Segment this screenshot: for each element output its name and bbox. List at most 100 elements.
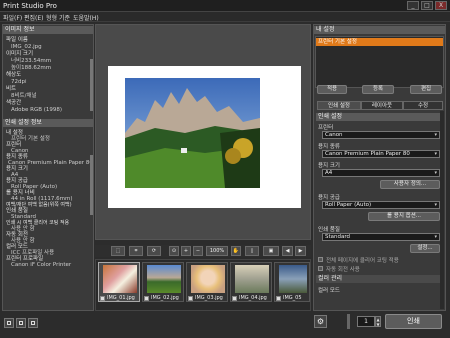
info-value: 높이188.62mm	[11, 65, 52, 71]
select-tool-icon[interactable]: ⬚	[111, 246, 125, 256]
preview-photo[interactable]	[125, 78, 260, 188]
thumbnail-checkbox[interactable]	[100, 296, 105, 301]
media-type-label: 용지 종류	[318, 144, 340, 150]
layout-icon[interactable]: ▣	[263, 246, 279, 256]
register-button[interactable]: 등록	[362, 85, 394, 94]
gear-icon[interactable]: ⚙	[314, 315, 327, 328]
window-title: Print Studio Pro	[3, 2, 57, 10]
color-management-header[interactable]: 컬러 관리	[316, 275, 443, 283]
info-panel: 이미지 정보 파일 이름 IMG_02.jpg 이미지 크기 너비233.54m…	[2, 24, 94, 311]
auto-rotate-checkbox[interactable]	[318, 266, 323, 271]
crop-icon[interactable]: ⌗	[129, 246, 143, 256]
my-settings-item[interactable]: 프린터 기본 설정	[316, 38, 443, 46]
divider	[347, 314, 350, 329]
preview-area	[95, 24, 311, 240]
menu-view[interactable]: 형형 기준	[46, 13, 70, 22]
clear-coat-checkbox[interactable]	[318, 257, 323, 262]
info-key: 이미지 크기	[6, 51, 34, 57]
thumbnail-label: IMG_02.jpg	[151, 295, 179, 301]
my-settings-list: 프린터 기본 설정	[315, 36, 444, 88]
view-split-icon[interactable]	[16, 318, 26, 328]
info-key: 해상도	[6, 72, 22, 78]
thumbnail-label: IMG_05	[283, 295, 302, 301]
thumbnail-checkbox[interactable]	[188, 296, 193, 301]
settings-scrollbar[interactable]	[440, 111, 444, 309]
thumbnail-strip: IMG_01.jpg IMG_02.jpg IMG_03.jpg IMG_04.…	[95, 259, 311, 311]
clear-coat-label: 전체 페이지에 클리어 코팅 적용	[326, 258, 399, 264]
next-icon[interactable]: ▶	[295, 246, 306, 256]
thumbnail-item[interactable]: IMG_01.jpg	[98, 262, 140, 302]
info-value: 72dpi	[11, 79, 27, 85]
thumbnail-label: IMG_03.jpg	[195, 295, 223, 301]
paper-size-select[interactable]: A4	[322, 169, 440, 177]
zoom-level[interactable]: 100%	[206, 246, 228, 256]
color-mode-label: 컬러 모드	[318, 288, 340, 294]
paper-preview	[108, 66, 301, 208]
thumbnail-item[interactable]: IMG_03.jpg	[186, 262, 228, 302]
zoom-in-icon[interactable]: +	[181, 246, 191, 256]
menu-help[interactable]: 도움말(H)	[73, 13, 99, 22]
info-value: 8비트/채널	[11, 93, 37, 99]
tab-print-settings[interactable]: 인쇄 설정	[317, 101, 361, 110]
menu-bar: 파일(F) 편집(E) 형형 기준 도움말(H)	[0, 12, 450, 22]
tab-adjust[interactable]: 수정	[403, 101, 443, 110]
thumbnail-image	[191, 265, 225, 293]
thumbnail-image	[147, 265, 181, 293]
copies-input[interactable]: 1	[357, 316, 375, 327]
zoom-out-icon[interactable]: −	[193, 246, 203, 256]
copies-stepper[interactable]: ▲ ▼	[375, 316, 381, 327]
info-value: IMG_02.jpg	[11, 44, 42, 50]
auto-rotate-label: 자동 회전 사용	[326, 267, 360, 273]
info-value: Canon iF Color Printer	[11, 262, 72, 268]
info-value: 너비233.54mm	[11, 58, 52, 64]
paper-source-select[interactable]: Roll Paper (Auto)	[322, 201, 440, 209]
printer-select[interactable]: Canon	[322, 131, 440, 139]
quality-settings-button[interactable]: 설정...	[410, 244, 440, 253]
settings-panel: 내 설정 프린터 기본 설정 적용 등록 편집 인쇄 설정 레이아웃 수정 인쇄…	[313, 24, 446, 311]
printer-label: 프린터	[318, 125, 334, 131]
info-key: 파일 이름	[6, 37, 28, 43]
roll-options-button[interactable]: 롤 용지 옵션...	[368, 212, 440, 221]
print-info-header[interactable]: 인쇄 설정 정보	[3, 119, 93, 127]
apply-button[interactable]: 적용	[317, 85, 347, 94]
hand-icon[interactable]: ✋	[231, 246, 241, 256]
view-list-icon[interactable]	[28, 318, 38, 328]
view-single-icon[interactable]	[4, 318, 14, 328]
info-value: Adobe RGB (1998)	[11, 107, 63, 113]
paper-size-label: 용지 크기	[318, 163, 340, 169]
media-type-select[interactable]: Canon Premium Plain Paper 80	[322, 150, 440, 158]
thumbnail-image	[279, 265, 307, 293]
minimize-button[interactable]: _	[407, 1, 419, 10]
thumbnail-item[interactable]: IMG_02.jpg	[142, 262, 184, 302]
tab-layout[interactable]: 레이아웃	[361, 101, 403, 110]
thumbnail-item[interactable]: IMG_04.jpg	[230, 262, 272, 302]
preview-toolbar: ⬚ ⌗ ⟳ ⊙ + − 100% ✋ ▯ ▣ ◀ ▶	[95, 245, 311, 257]
menu-edit[interactable]: 편집(E)	[24, 13, 44, 22]
thumbnail-label: IMG_04.jpg	[239, 295, 267, 301]
image-info-header[interactable]: 이미지 정보	[3, 26, 93, 34]
quality-select[interactable]: Standard	[322, 233, 440, 241]
thumbnail-image	[235, 265, 269, 293]
scrollbar[interactable]	[90, 59, 93, 111]
thumbnail-checkbox[interactable]	[232, 296, 237, 301]
guide-icon[interactable]: ▯	[245, 246, 259, 256]
my-settings-header[interactable]: 내 설정	[314, 26, 445, 34]
thumbnail-checkbox[interactable]	[144, 296, 149, 301]
prev-icon[interactable]: ◀	[282, 246, 293, 256]
menu-file[interactable]: 파일(F)	[3, 13, 22, 22]
thumbnail-checkbox[interactable]	[276, 296, 281, 301]
quality-label: 인쇄 품질	[318, 227, 340, 233]
maximize-button[interactable]: □	[421, 1, 433, 10]
title-bar: Print Studio Pro _ □ X	[0, 0, 450, 12]
print-button[interactable]: 인쇄	[385, 314, 442, 329]
zoom-fit-icon[interactable]: ⊙	[169, 246, 179, 256]
close-button[interactable]: X	[435, 1, 447, 10]
print-settings-header[interactable]: 인쇄 설정	[316, 113, 443, 121]
paper-source-label: 용지 공급	[318, 195, 340, 201]
edit-button[interactable]: 편집	[410, 85, 442, 94]
thumbnail-image	[103, 265, 137, 293]
thumbnail-item[interactable]: IMG_05	[274, 262, 310, 302]
rotate-icon[interactable]: ⟳	[147, 246, 161, 256]
scrollbar[interactable]	[90, 155, 93, 215]
custom-size-button[interactable]: 사용자 정의...	[380, 180, 440, 189]
